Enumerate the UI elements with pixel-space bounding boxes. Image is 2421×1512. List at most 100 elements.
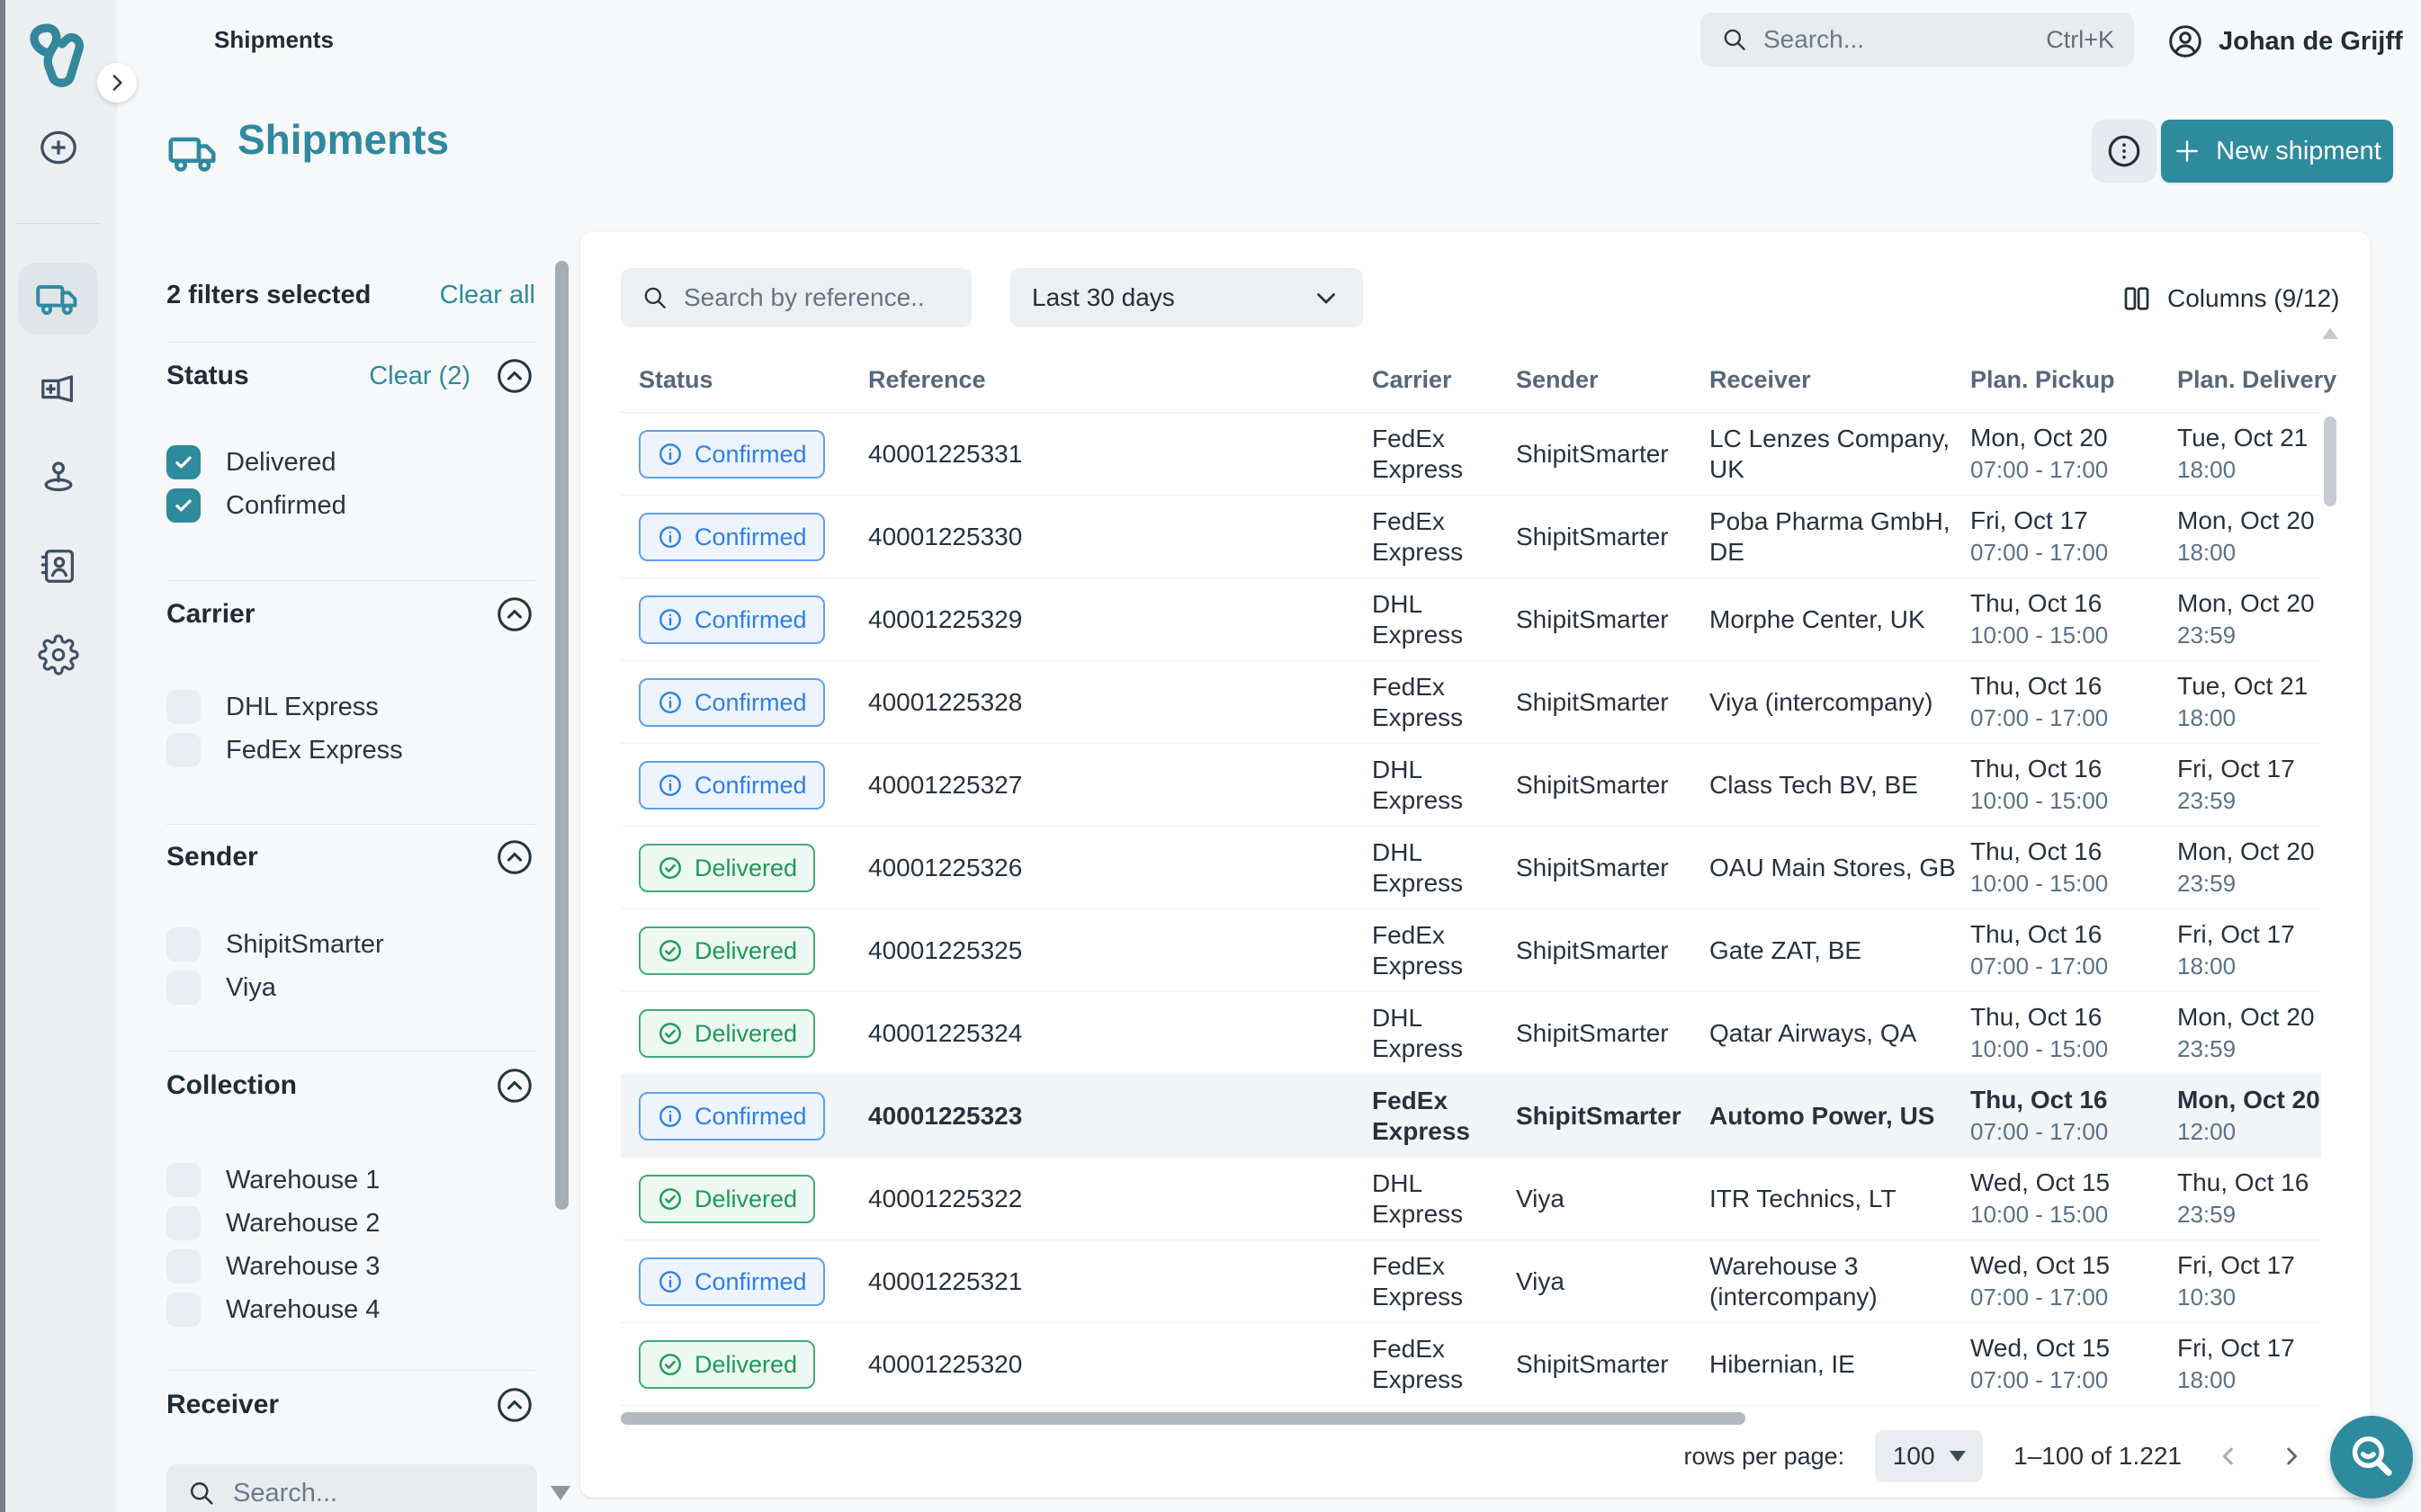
plan-pickup-cell: Thu, Oct 1610:00 - 15:00 <box>1970 827 2168 909</box>
status-clear-link[interactable]: Clear (2) <box>369 362 471 391</box>
filter-option-dhl-express[interactable]: DHL Express <box>166 685 535 729</box>
columns-button[interactable]: Columns (9/12) <box>2121 275 2339 322</box>
checkbox-unchecked[interactable] <box>166 690 201 724</box>
filter-option-warehouse-3[interactable]: Warehouse 3 <box>166 1245 535 1288</box>
sender-options: ShipitSmarterViya <box>166 923 535 1009</box>
status-badge: Confirmed <box>639 430 825 479</box>
filter-option-fedex-express[interactable]: FedEx Express <box>166 729 535 772</box>
page-info-button[interactable] <box>2092 120 2156 183</box>
filters-scrollbar-down-arrow[interactable] <box>551 1486 570 1500</box>
carrier-cell: DHL Express <box>1372 744 1507 827</box>
column-header-sender[interactable]: Sender <box>1516 366 1599 394</box>
table-row[interactable]: Confirmed40001225321FedEx ExpressViyaWar… <box>621 1240 2321 1323</box>
status-badge-label: Delivered <box>695 1351 797 1379</box>
status-cell: Confirmed <box>639 1240 864 1323</box>
sidebar-item-settings[interactable] <box>38 634 79 675</box>
sidebar-item-shipments[interactable] <box>19 263 98 335</box>
table-vertical-scrollbar-up-arrow[interactable] <box>2322 327 2338 339</box>
clear-all-link[interactable]: Clear all <box>440 281 535 310</box>
sidebar-item-containers[interactable] <box>38 368 79 409</box>
carrier-cell: DHL Express <box>1372 827 1507 909</box>
status-badge: Confirmed <box>639 595 825 644</box>
carrier-value: DHL Express <box>1372 1168 1507 1230</box>
table-horizontal-scrollbar[interactable] <box>621 1412 1745 1425</box>
checkbox-unchecked[interactable] <box>166 733 201 767</box>
filter-option-delivered[interactable]: Delivered <box>166 441 535 484</box>
brand-logo-icon[interactable] <box>20 16 97 94</box>
reference-value: 40001225326 <box>868 853 1336 883</box>
plan-pickup-cell: Wed, Oct 1507:00 - 17:00 <box>1970 1323 2168 1406</box>
table-row[interactable]: Confirmed40001225327DHL ExpressShipitSma… <box>621 744 2321 827</box>
reference-search-input[interactable]: Search by reference.. <box>621 268 972 327</box>
column-header-status[interactable]: Status <box>639 366 713 394</box>
receiver-value: LC Lenzes Company, UK <box>1709 424 1963 485</box>
checkbox-unchecked[interactable] <box>166 1206 201 1240</box>
table-row[interactable]: Delivered40001225324DHL ExpressShipitSma… <box>621 992 2321 1075</box>
next-page-button[interactable] <box>2275 1440 2308 1472</box>
search-icon <box>186 1478 217 1508</box>
filter-option-viya[interactable]: Viya <box>166 966 535 1009</box>
collapse-chevron-icon[interactable] <box>494 355 535 397</box>
collapse-chevron-icon[interactable] <box>494 1384 535 1426</box>
filter-option-warehouse-2[interactable]: Warehouse 2 <box>166 1202 535 1245</box>
new-shipment-plus-icon[interactable] <box>38 127 79 168</box>
delivery-date: Mon, Oct 20 <box>2177 588 2328 619</box>
table-row[interactable]: Delivered40001225325FedEx ExpressShipitS… <box>621 909 2321 992</box>
table-row[interactable]: Confirmed40001225330FedEx ExpressShipitS… <box>621 496 2321 578</box>
table-row[interactable]: Delivered40001225322DHL ExpressViyaITR T… <box>621 1158 2321 1240</box>
plan-pickup-cell: Thu, Oct 1610:00 - 15:00 <box>1970 578 2168 661</box>
filters-scrollbar[interactable] <box>555 261 569 1210</box>
plan-delivery-cell: Tue, Oct 2118:00 <box>2177 661 2328 744</box>
filter-option-shipitsmarter[interactable]: ShipitSmarter <box>166 923 535 966</box>
user-menu[interactable]: Johan de Grijff <box>2166 20 2403 63</box>
collapse-chevron-icon[interactable] <box>494 837 535 878</box>
checkbox-unchecked[interactable] <box>166 971 201 1005</box>
user-name: Johan de Grijff <box>2219 27 2403 57</box>
column-header-reference[interactable]: Reference <box>868 366 986 394</box>
checkbox-unchecked[interactable] <box>166 927 201 962</box>
filter-option-warehouse-1[interactable]: Warehouse 1 <box>166 1159 535 1202</box>
pickup-date: Wed, Oct 15 <box>1970 1168 2168 1198</box>
date-range-select[interactable]: Last 30 days <box>1010 268 1363 327</box>
collapse-chevron-icon[interactable] <box>494 594 535 635</box>
rows-per-page-select[interactable]: 100 <box>1875 1430 1983 1482</box>
filter-option-confirmed[interactable]: Confirmed <box>166 484 535 527</box>
filter-section-title: Sender <box>166 842 494 872</box>
filter-option-label: Warehouse 4 <box>226 1295 380 1325</box>
checkbox-unchecked[interactable] <box>166 1163 201 1197</box>
table-row[interactable]: Confirmed40001225323FedEx ExpressShipitS… <box>621 1075 2321 1158</box>
receiver-search-input[interactable]: Search... <box>166 1464 537 1512</box>
filter-option-warehouse-4[interactable]: Warehouse 4 <box>166 1288 535 1331</box>
column-header-carrier[interactable]: Carrier <box>1372 366 1452 394</box>
table-row[interactable]: Confirmed40001225331FedEx ExpressShipitS… <box>621 413 2321 496</box>
collapse-chevron-icon[interactable] <box>494 1065 535 1106</box>
table-row[interactable]: Delivered40001225326DHL ExpressShipitSma… <box>621 827 2321 909</box>
receiver-cell: Viya (intercompany) <box>1709 661 1963 744</box>
sidebar-item-locations[interactable] <box>38 455 79 497</box>
column-header-receiver[interactable]: Receiver <box>1709 366 1811 394</box>
previous-page-button[interactable] <box>2212 1440 2245 1472</box>
table-row[interactable]: Confirmed40001225328FedEx ExpressShipitS… <box>621 661 2321 744</box>
checkbox-unchecked[interactable] <box>166 1249 201 1284</box>
carrier-value: FedEx Express <box>1372 424 1507 485</box>
table-row[interactable]: Confirmed40001225329DHL ExpressShipitSma… <box>621 578 2321 661</box>
checkbox-unchecked[interactable] <box>166 1293 201 1327</box>
column-header-plan-delivery[interactable]: Plan. Delivery <box>2177 366 2336 394</box>
breadcrumb: Shipments <box>214 26 334 54</box>
table-vertical-scrollbar[interactable] <box>2324 416 2336 506</box>
status-cell: Confirmed <box>639 661 864 744</box>
dropdown-triangle-icon <box>1950 1451 1966 1462</box>
new-shipment-label: New shipment <box>2216 137 2381 166</box>
pickup-date: Thu, Oct 16 <box>1970 919 2168 950</box>
checkbox-checked[interactable] <box>166 445 201 479</box>
reference-cell: 40001225323 <box>868 1075 1336 1158</box>
sidebar-item-contacts[interactable] <box>38 545 79 586</box>
sender-cell: Viya <box>1516 1158 1696 1240</box>
table-row[interactable]: Delivered40001225320FedEx ExpressShipitS… <box>621 1323 2321 1406</box>
new-shipment-button[interactable]: New shipment <box>2161 120 2393 183</box>
support-search-fab[interactable] <box>2330 1416 2413 1499</box>
global-search-input[interactable]: Search... Ctrl+K <box>1700 13 2134 67</box>
sidebar-expand-button[interactable] <box>97 63 137 103</box>
checkbox-checked[interactable] <box>166 488 201 523</box>
column-header-plan-pickup[interactable]: Plan. Pickup <box>1970 366 2115 394</box>
